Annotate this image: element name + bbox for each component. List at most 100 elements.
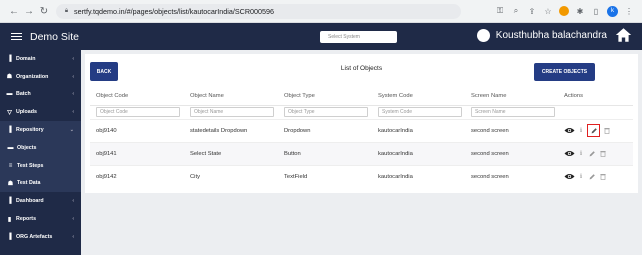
profile-avatar[interactable]: k (607, 5, 618, 17)
object-code-filter-input[interactable]: Object Code (96, 107, 180, 117)
sidebar-item-label: Objects (17, 144, 37, 151)
table-cell: second screen (465, 164, 558, 188)
lock-icon: 🔒︎ (64, 7, 69, 14)
sidebar-item-dashboard[interactable]: ▐ Dashboard ‹ (0, 192, 81, 210)
sidebar: ▐ Domain ‹ ☗ Organization ‹ ▬ Batch ‹ ▽ … (0, 50, 81, 255)
star-icon[interactable]: ☆ (543, 6, 553, 16)
menu-dots-icon[interactable]: ⋮ (624, 6, 634, 16)
sidebar-item-label: Test Steps (17, 162, 44, 169)
row-actions: ℹ (564, 124, 633, 137)
sidebar-item-label: Domain (16, 55, 36, 62)
table-cell: second screen (465, 118, 558, 142)
browser-toolbar: ← → ↻ 🔒︎ sertfy.tqdemo.in/#/pages/object… (0, 0, 642, 23)
app-header: Demo Site Select System Kousthubha balac… (0, 23, 642, 50)
bar-chart-icon: ▐ (7, 233, 12, 240)
row-actions: ℹ (564, 172, 633, 181)
system-select[interactable]: Select System (320, 31, 397, 43)
screen-name-filter-input[interactable]: Screen Name (471, 107, 555, 117)
objects-card: BACK List of Objects CREATE OBJECTS Obje… (85, 54, 638, 193)
row-actions: ℹ (564, 149, 633, 158)
sidebar-item-label: Organization (16, 73, 49, 80)
bar-chart-icon: ▐ (7, 198, 12, 205)
sidebar-item-reports[interactable]: ▮ Reports ‹ (0, 210, 81, 228)
sidebar-item-test-steps[interactable]: ≡ Test Steps (0, 156, 81, 175)
puzzle-icon[interactable]: ✱ (575, 6, 585, 16)
sidebar-item-repository[interactable]: ▐ Repository ⌄ (0, 121, 81, 139)
sidebar-item-organization[interactable]: ☗ Organization ‹ (0, 68, 81, 86)
object-name-filter-input[interactable]: Object Name (190, 107, 274, 117)
sidepanel-icon[interactable]: ▯ (591, 6, 601, 16)
table-cell: obj9140 (90, 118, 184, 142)
trash-icon[interactable] (600, 150, 606, 157)
table-cell: Button (278, 141, 372, 165)
column-header[interactable]: System Code (372, 88, 465, 106)
chevron-left-icon: ‹ (72, 55, 74, 62)
url-text: sertfy.tqdemo.in/#/pages/objects/list/ka… (74, 6, 275, 16)
table-cell: kautocarIndia (372, 141, 465, 165)
sidebar-item-org-artefacts[interactable]: ▐ ORG Artefacts ‹ (0, 228, 81, 246)
sidebar-item-label: Uploads (16, 109, 37, 116)
table-row: obj9142 City TextField kautocarIndia sec… (90, 164, 633, 188)
bar-chart-icon: ▐ (7, 127, 12, 134)
reload-icon[interactable]: ↻ (38, 5, 50, 17)
document-icon: ▮ (7, 216, 12, 223)
user-avatar[interactable] (476, 28, 490, 42)
eye-icon[interactable] (564, 150, 575, 157)
user-name[interactable]: Kousthubha balachandra (496, 30, 607, 41)
zoom-icon[interactable]: ⌕ (511, 6, 521, 16)
sidebar-item-uploads[interactable]: ▽ Uploads ‹ (0, 103, 81, 121)
chevron-left-icon: ‹ (72, 73, 74, 80)
objects-table: Object Code Object Name Object Type Syst… (90, 88, 633, 188)
chevron-left-icon: ‹ (72, 109, 74, 116)
trash-icon[interactable] (604, 127, 610, 134)
share-icon[interactable]: ⇪ (527, 6, 537, 16)
back-arrow-icon[interactable]: ← (8, 5, 20, 17)
sidebar-item-label: Dashboard (16, 198, 44, 205)
column-header[interactable]: Object Type (278, 88, 372, 106)
filter-row: Object Code Object Name Object Type Syst… (90, 105, 633, 119)
app-title: Demo Site (30, 30, 80, 43)
table-row: obj9140 statedetails Dropdown Dropdown k… (90, 118, 633, 142)
table-cell: kautocarIndia (372, 118, 465, 142)
column-header[interactable]: Screen Name (465, 88, 558, 106)
info-icon[interactable]: ℹ (579, 127, 583, 134)
edit-icon[interactable] (587, 124, 600, 137)
info-icon[interactable]: ℹ (579, 173, 583, 180)
sidebar-item-label: Batch (16, 91, 31, 98)
sidebar-item-domain[interactable]: ▐ Domain ‹ (0, 50, 81, 68)
chevron-left-icon: ‹ (72, 91, 74, 98)
column-header[interactable]: Object Code (90, 88, 184, 106)
home-icon[interactable] (615, 27, 632, 43)
forward-arrow-icon[interactable]: → (23, 5, 35, 17)
sidebar-item-objects[interactable]: ▬ Objects (0, 138, 81, 157)
eye-icon[interactable] (564, 127, 575, 134)
trash-icon[interactable] (600, 173, 606, 181)
column-header[interactable]: Object Name (184, 88, 278, 106)
table-cell: second screen (465, 141, 558, 165)
filter-icon: ▽ (7, 109, 12, 116)
list-icon: ≡ (8, 162, 13, 169)
key-icon[interactable]: ⚿ (495, 6, 505, 16)
hamburger-icon[interactable] (11, 32, 22, 41)
edit-icon[interactable] (587, 172, 596, 181)
table-cell: TextField (278, 164, 372, 188)
table-cell: Select State (184, 141, 278, 165)
edit-icon[interactable] (587, 149, 596, 158)
object-type-filter-input[interactable]: Object Type (284, 107, 368, 117)
extension-icon[interactable] (559, 6, 569, 16)
system-code-filter-input[interactable]: System Code (378, 107, 462, 117)
table-cell: statedetails Dropdown (184, 118, 278, 142)
sidebar-item-label: Reports (16, 216, 37, 223)
eye-icon[interactable] (564, 173, 575, 180)
sidebar-item-test-data[interactable]: ☗ Test Data (0, 174, 81, 193)
table-header-row: Object Code Object Name Object Type Syst… (90, 88, 633, 106)
sidebar-item-label: Repository (16, 127, 44, 134)
table-cell: kautocarIndia (372, 164, 465, 188)
main-content: BACK List of Objects CREATE OBJECTS Obje… (81, 50, 642, 255)
info-icon[interactable]: ℹ (579, 150, 583, 157)
create-objects-button[interactable]: CREATE OBJECTS (534, 63, 595, 81)
address-bar[interactable]: 🔒︎ sertfy.tqdemo.in/#/pages/objects/list… (56, 3, 461, 19)
table-cell: Dropdown (278, 118, 372, 142)
sidebar-item-label: Test Data (17, 180, 41, 187)
sidebar-item-batch[interactable]: ▬ Batch ‹ (0, 86, 81, 104)
